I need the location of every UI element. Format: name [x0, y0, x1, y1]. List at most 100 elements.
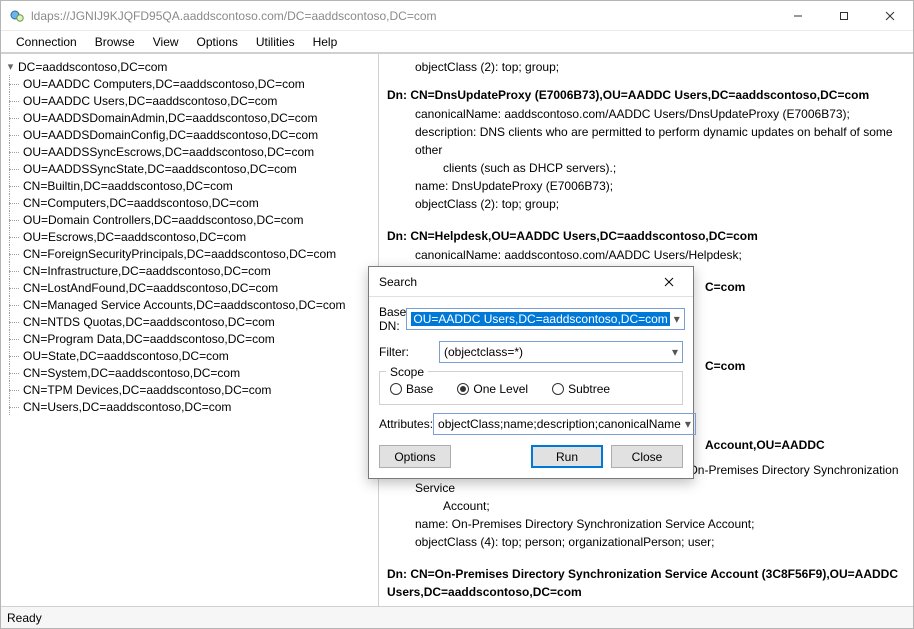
options-button[interactable]: Options	[379, 445, 451, 468]
app-icon	[9, 8, 25, 24]
tree-node[interactable]: OU=AADDSDomainAdmin,DC=aaddscontoso,DC=c…	[21, 109, 376, 126]
dialog-title: Search	[379, 275, 649, 289]
tree-node[interactable]: OU=State,DC=aaddscontoso,DC=com	[21, 347, 376, 364]
attributes-combo[interactable]: objectClass;name;description;canonicalNa…	[433, 413, 696, 435]
tree-node[interactable]: OU=AADDC Users,DC=aaddscontoso,DC=com	[21, 92, 376, 109]
result-dn: Dn: CN=On-Premises Directory Synchroniza…	[387, 565, 905, 601]
tree-node[interactable]: CN=Users,DC=aaddscontoso,DC=com	[21, 398, 376, 415]
tree-node[interactable]: CN=ForeignSecurityPrincipals,DC=aaddscon…	[21, 245, 376, 262]
base-dn-combo[interactable]: OU=AADDC Users,DC=aaddscontoso,DC=com ▾	[406, 308, 684, 330]
result-attr: name: DnsUpdateProxy (E7006B73);	[387, 177, 905, 195]
scope-onelevel-radio[interactable]: One Level	[457, 382, 528, 396]
tree-node-label: DC=aaddscontoso,DC=com	[18, 60, 167, 74]
tree-node-label: OU=AADDSSyncState,DC=aaddscontoso,DC=com	[23, 162, 297, 176]
attributes-label: Attributes:	[379, 417, 433, 431]
dialog-close-button[interactable]	[649, 269, 689, 295]
result-attr: canonicalName: aaddscontoso.com/AADDC Us…	[387, 105, 905, 123]
collapse-icon[interactable]: ▾	[5, 61, 16, 72]
tree-node[interactable]: CN=Infrastructure,DC=aaddscontoso,DC=com	[21, 262, 376, 279]
maximize-button[interactable]	[821, 1, 867, 31]
scope-base-radio[interactable]: Base	[390, 382, 433, 396]
tree-node[interactable]: CN=Program Data,DC=aaddscontoso,DC=com	[21, 330, 376, 347]
tree-node[interactable]: OU=Domain Controllers,DC=aaddscontoso,DC…	[21, 211, 376, 228]
tree-node-label: OU=AADDSDomainAdmin,DC=aaddscontoso,DC=c…	[23, 111, 317, 125]
menu-item-browse[interactable]: Browse	[86, 33, 144, 51]
result-attr: description: DNS clients who are permitt…	[387, 123, 905, 159]
menubar: ConnectionBrowseViewOptionsUtilitiesHelp	[1, 31, 913, 53]
tree-node-label: OU=AADDC Users,DC=aaddscontoso,DC=com	[23, 94, 277, 108]
workspace: ▾ DC=aaddscontoso,DC=com OU=AADDC Comput…	[1, 53, 913, 606]
window-controls	[775, 1, 913, 31]
chevron-down-icon: ▾	[668, 345, 678, 359]
tree-node-label: OU=AADDSDomainConfig,DC=aaddscontoso,DC=…	[23, 128, 318, 142]
tree-node-label: CN=Users,DC=aaddscontoso,DC=com	[23, 400, 231, 414]
tree-node-label: OU=AADDSSyncEscrows,DC=aaddscontoso,DC=c…	[23, 145, 314, 159]
result-entry: Dn: CN=Helpdesk,OU=AADDC Users,DC=aaddsc…	[387, 227, 905, 264]
chevron-down-icon: ▾	[681, 417, 691, 431]
dialog-titlebar[interactable]: Search	[369, 267, 693, 297]
tree-node-label: OU=State,DC=aaddscontoso,DC=com	[23, 349, 229, 363]
tree-node[interactable]: CN=LostAndFound,DC=aaddscontoso,DC=com	[21, 279, 376, 296]
tree-node[interactable]: OU=AADDC Computers,DC=aaddscontoso,DC=co…	[21, 75, 376, 92]
base-dn-label: Base DN:	[379, 305, 406, 333]
result-dn: Dn: CN=DnsUpdateProxy (E7006B73),OU=AADD…	[387, 86, 905, 104]
filter-label: Filter:	[379, 345, 439, 359]
menu-item-help[interactable]: Help	[304, 33, 347, 51]
result-attr: canonicalName: aaddscontoso.com/AADDC Us…	[387, 602, 905, 606]
tree-node-label: OU=Domain Controllers,DC=aaddscontoso,DC…	[23, 213, 303, 227]
tree-node[interactable]: OU=AADDSDomainConfig,DC=aaddscontoso,DC=…	[21, 126, 376, 143]
titlebar: ldaps://JGNIJ9KJQFD95QA.aaddscontoso.com…	[1, 1, 913, 31]
tree-node[interactable]: CN=NTDS Quotas,DC=aaddscontoso,DC=com	[21, 313, 376, 330]
tree-pane[interactable]: ▾ DC=aaddscontoso,DC=com OU=AADDC Comput…	[1, 54, 379, 606]
tree-node[interactable]: OU=AADDSSyncEscrows,DC=aaddscontoso,DC=c…	[21, 143, 376, 160]
tree-node[interactable]: CN=Builtin,DC=aaddscontoso,DC=com	[21, 177, 376, 194]
result-attr: Account;	[387, 497, 905, 515]
scope-fieldset: Scope Base One Level Subtree	[379, 371, 683, 405]
tree-node[interactable]: CN=Computers,DC=aaddscontoso,DC=com	[21, 194, 376, 211]
tree-node[interactable]: CN=System,DC=aaddscontoso,DC=com	[21, 364, 376, 381]
base-dn-value: OU=AADDC Users,DC=aaddscontoso,DC=com	[411, 312, 669, 326]
menu-item-utilities[interactable]: Utilities	[247, 33, 304, 51]
scope-subtree-radio[interactable]: Subtree	[552, 382, 610, 396]
statusbar: Ready	[1, 606, 913, 628]
tree-node-label: CN=NTDS Quotas,DC=aaddscontoso,DC=com	[23, 315, 275, 329]
tree-node-label: CN=System,DC=aaddscontoso,DC=com	[23, 366, 240, 380]
window-title: ldaps://JGNIJ9KJQFD95QA.aaddscontoso.com…	[31, 9, 775, 23]
status-text: Ready	[7, 611, 42, 625]
tree-node[interactable]: CN=Managed Service Accounts,DC=aaddscont…	[21, 296, 376, 313]
filter-combo[interactable]: (objectclass=*) ▾	[439, 341, 683, 363]
close-button[interactable]: Close	[611, 445, 683, 468]
result-entry: Dn: CN=On-Premises Directory Synchroniza…	[387, 565, 905, 606]
result-line: objectClass (2): top; group;	[387, 58, 905, 76]
tree-node-label: CN=ForeignSecurityPrincipals,DC=aaddscon…	[23, 247, 336, 261]
filter-value: (objectclass=*)	[444, 345, 668, 359]
result-attr: objectClass (4): top; person; organizati…	[387, 533, 905, 551]
menu-item-connection[interactable]: Connection	[7, 33, 86, 51]
result-entry: Dn: CN=DnsUpdateProxy (E7006B73),OU=AADD…	[387, 86, 905, 213]
tree-node[interactable]: OU=AADDSSyncState,DC=aaddscontoso,DC=com	[21, 160, 376, 177]
tree-root-node[interactable]: ▾ DC=aaddscontoso,DC=com	[3, 58, 376, 75]
chevron-down-icon: ▾	[670, 312, 680, 326]
result-attr: name: On-Premises Directory Synchronizat…	[387, 515, 905, 533]
tree-node-label: CN=TPM Devices,DC=aaddscontoso,DC=com	[23, 383, 271, 397]
result-attr: objectClass (2): top; group;	[387, 195, 905, 213]
tree-node[interactable]: OU=Escrows,DC=aaddscontoso,DC=com	[21, 228, 376, 245]
run-button[interactable]: Run	[531, 445, 603, 468]
minimize-button[interactable]	[775, 1, 821, 31]
tree-node-label: CN=LostAndFound,DC=aaddscontoso,DC=com	[23, 281, 278, 295]
tree-node[interactable]: CN=TPM Devices,DC=aaddscontoso,DC=com	[21, 381, 376, 398]
menu-item-options[interactable]: Options	[188, 33, 247, 51]
radio-label: One Level	[473, 382, 528, 396]
tree-node-label: CN=Program Data,DC=aaddscontoso,DC=com	[23, 332, 275, 346]
tree-node-label: CN=Computers,DC=aaddscontoso,DC=com	[23, 196, 259, 210]
result-dn: Dn: CN=Helpdesk,OU=AADDC Users,DC=aaddsc…	[387, 227, 905, 245]
result-attr: canonicalName: aaddscontoso.com/AADDC Us…	[387, 246, 905, 264]
attributes-value: objectClass;name;description;canonicalNa…	[438, 417, 681, 431]
menu-item-view[interactable]: View	[144, 33, 188, 51]
close-button[interactable]	[867, 1, 913, 31]
scope-label: Scope	[386, 365, 428, 379]
radio-label: Subtree	[568, 382, 610, 396]
tree-node-label: CN=Managed Service Accounts,DC=aaddscont…	[23, 298, 346, 312]
tree-node-label: OU=AADDC Computers,DC=aaddscontoso,DC=co…	[23, 77, 305, 91]
radio-label: Base	[406, 382, 433, 396]
